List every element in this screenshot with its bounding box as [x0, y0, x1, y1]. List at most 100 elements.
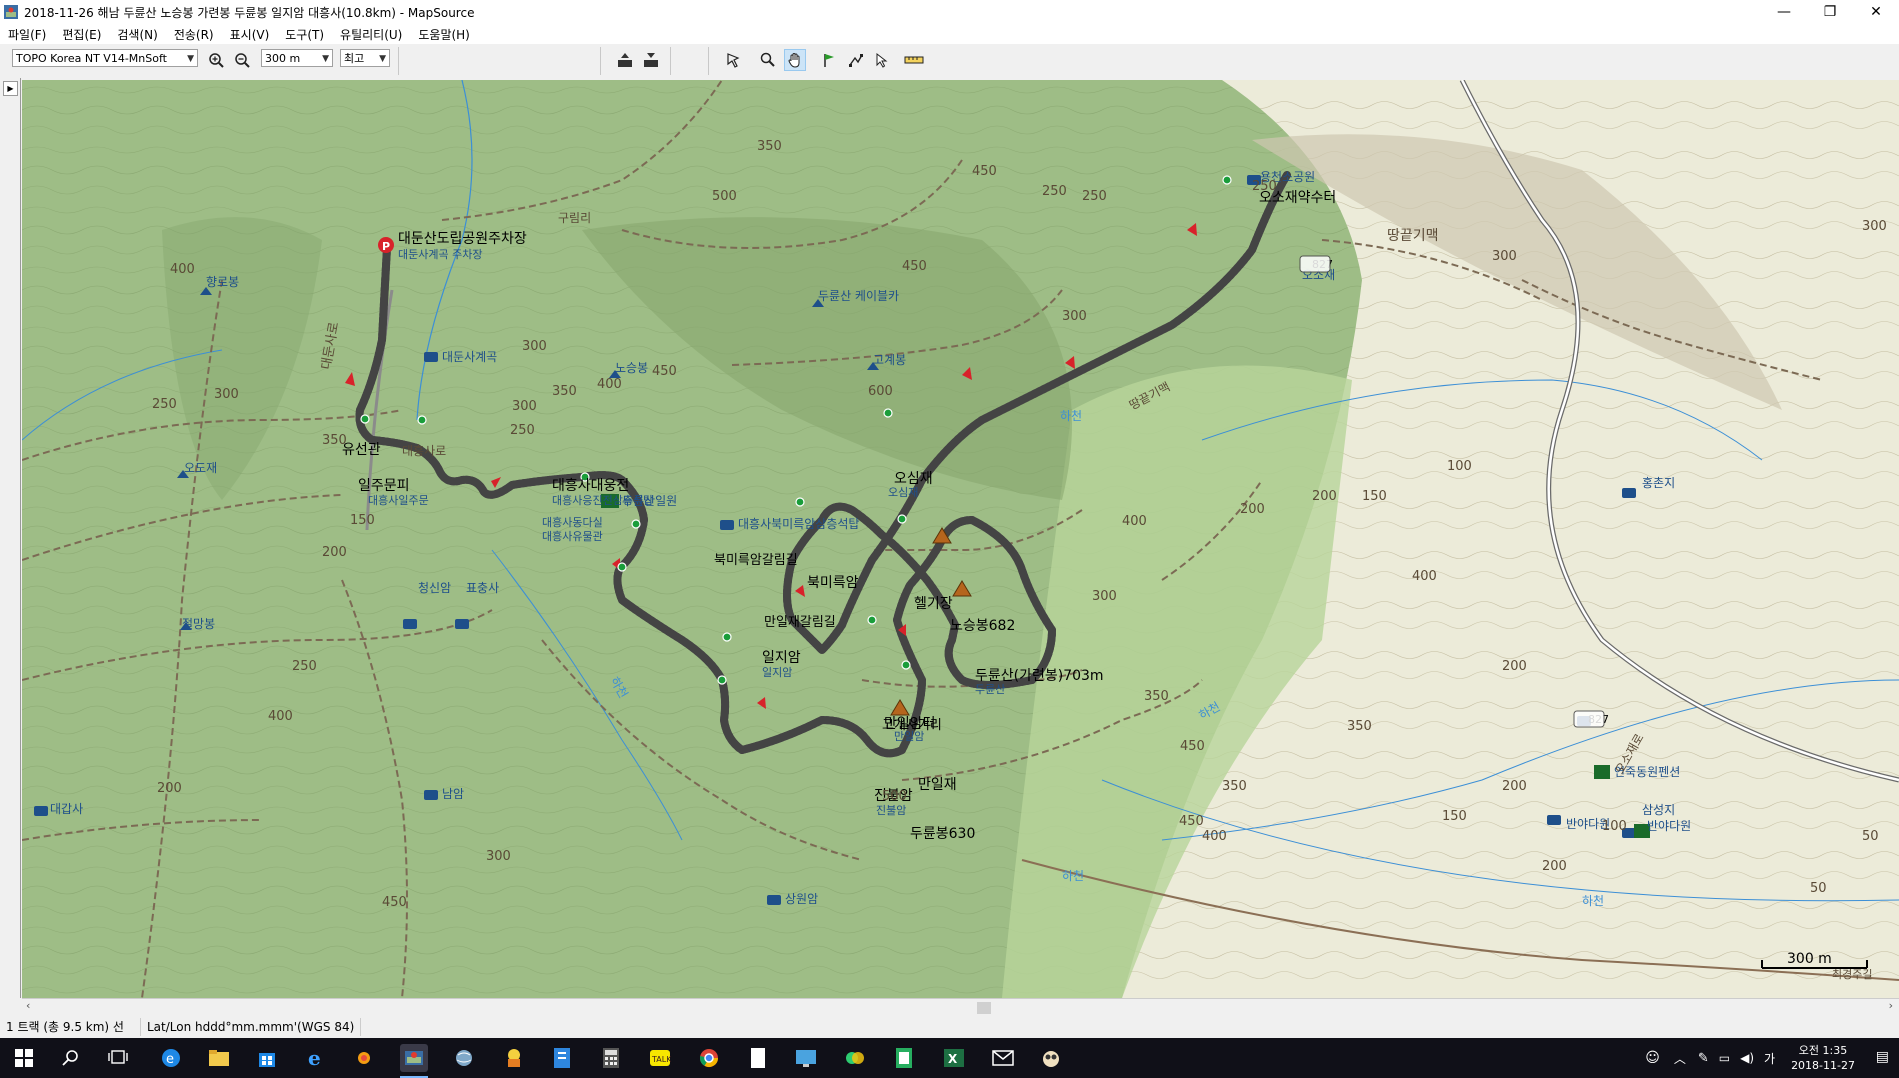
maximize-button[interactable]: ❐ — [1807, 0, 1853, 24]
menu-transfer[interactable]: 전송(R) — [166, 26, 222, 43]
taskbar-edge[interactable]: e — [157, 1044, 185, 1072]
zoom-in-button[interactable] — [205, 49, 227, 71]
mapsource-icon — [405, 1051, 423, 1065]
character-icon — [508, 1049, 520, 1067]
taskbar-kakaotalk[interactable]: TALK — [646, 1044, 674, 1072]
pointer-tool-button[interactable] — [870, 49, 892, 71]
label-iljumun: 대흥사일주문 — [368, 493, 429, 507]
detail-select[interactable]: 최고 ▼ — [340, 49, 390, 67]
contour-label: 150 — [1362, 489, 1387, 504]
contour-label: 350 — [757, 139, 782, 154]
contour-label: 400 — [268, 709, 293, 724]
receive-from-device-button[interactable] — [614, 49, 636, 71]
map-product-select[interactable]: TOPO Korea NT V14-MnSoft ▼ — [12, 49, 198, 67]
taskbar-app-blue-doc[interactable] — [548, 1044, 576, 1072]
horizontal-scrollbar[interactable]: ‹ › — [22, 998, 1899, 1017]
measure-tool-button[interactable] — [903, 49, 925, 71]
zoom-tool-button[interactable] — [757, 49, 779, 71]
side-panel-collapsed — [0, 78, 21, 998]
scale-label: 300 m — [1787, 951, 1832, 967]
send-device-icon — [644, 53, 658, 67]
task-view-button[interactable] — [104, 1044, 132, 1072]
label-hacheon1: 하천 — [1060, 408, 1082, 423]
svg-text:P: P — [382, 240, 390, 253]
taskbar-explorer[interactable] — [205, 1044, 233, 1072]
taskbar-calculator[interactable] — [597, 1044, 625, 1072]
zoom-in-icon — [209, 53, 224, 68]
scroll-thumb[interactable] — [977, 1002, 991, 1014]
svg-text:e: e — [308, 1047, 321, 1069]
selection-tool-button[interactable] — [722, 49, 744, 71]
window-title: 2018-11-26 해남 두륜산 노승봉 가련봉 두륜봉 일지암 대흥사(10… — [24, 5, 475, 20]
chevron-up-icon[interactable]: ︿ — [1674, 1050, 1686, 1067]
taskbar-ie[interactable]: e — [302, 1044, 330, 1072]
ime-indicator[interactable]: 가 — [1764, 1050, 1775, 1067]
contour-label: 350 — [552, 384, 577, 399]
contour-label: 300 — [522, 339, 547, 354]
zoom-scale-select[interactable]: 300 m ▼ — [261, 49, 333, 67]
menu-tools[interactable]: 도구(T) — [277, 26, 332, 43]
pen-icon[interactable]: ✎ — [1698, 1051, 1709, 1066]
network-icon[interactable]: ▭ — [1719, 1051, 1730, 1065]
route-shield — [1299, 255, 1331, 273]
menu-find[interactable]: 검색(N) — [109, 26, 165, 43]
expand-panel-button[interactable]: ▶ — [3, 81, 18, 96]
scroll-left-icon[interactable]: ‹ — [26, 999, 30, 1012]
notification-icon[interactable]: ▤ — [1876, 1049, 1889, 1065]
taskbar-app-globe[interactable] — [450, 1044, 478, 1072]
label-daegapsa: 대갑사 — [50, 802, 83, 816]
contour-label: 450 — [652, 364, 677, 379]
taskbar-mapsource[interactable] — [400, 1044, 428, 1078]
taskbar-app-circles[interactable] — [841, 1044, 869, 1072]
pointer-icon — [876, 52, 888, 68]
clock[interactable]: 오전 1:35 2018-11-27 — [1791, 1043, 1855, 1073]
label-pyochungsa: 표충사 — [466, 581, 499, 595]
waypoint-tool-button[interactable] — [818, 49, 840, 71]
taskbar-mail[interactable] — [989, 1044, 1017, 1072]
contour-label: 450 — [972, 164, 997, 179]
taskbar-app-owl[interactable] — [1037, 1044, 1065, 1072]
search-icon — [62, 1050, 78, 1066]
hand-icon — [788, 53, 800, 68]
edge-icon: e — [162, 1049, 180, 1067]
label-helgijang: 헬기장 — [914, 596, 953, 612]
menu-bar: 파일(F) 편집(E) 검색(N) 전송(R) 표시(V) 도구(T) 유틸리티… — [0, 24, 1899, 44]
route-tool-button[interactable] — [845, 49, 867, 71]
close-button[interactable]: ✕ — [1853, 0, 1899, 24]
menu-view[interactable]: 표시(V) — [222, 26, 278, 43]
taskbar-chrome[interactable] — [695, 1044, 723, 1072]
label-dongdasil: 대흥사동다실 — [542, 515, 603, 529]
zoom-out-button[interactable] — [231, 49, 253, 71]
contour-label: 500 — [712, 189, 737, 204]
minimize-button[interactable]: — — [1761, 0, 1807, 24]
pan-tool-button[interactable] — [784, 49, 806, 71]
scroll-right-icon[interactable]: › — [1889, 999, 1893, 1012]
send-to-device-button[interactable] — [640, 49, 662, 71]
topographic-map[interactable]: P 대둔산도립공원주차장 대둔사계곡 주차장 대둔사계곡 향로봉 절망봉 대갑사 — [22, 80, 1899, 998]
contour-label: 350 — [1347, 719, 1372, 734]
taskbar-notepad[interactable] — [744, 1044, 772, 1072]
taskbar-app-screen[interactable] — [792, 1044, 820, 1072]
contour-label: 400 — [1412, 569, 1437, 584]
menu-help[interactable]: 도움말(H) — [410, 26, 478, 43]
contour-label: 600 — [868, 384, 893, 399]
taskbar-excel[interactable]: X — [940, 1044, 968, 1072]
map-view[interactable]: P 대둔산도립공원주차장 대둔사계곡 주차장 대둔사계곡 향로봉 절망봉 대갑사 — [22, 80, 1899, 998]
volume-icon[interactable]: ◀) — [1740, 1051, 1754, 1065]
people-icon[interactable]: ☺ — [1645, 1050, 1660, 1066]
label-duryun-ilwon: 두륜산일원 — [622, 494, 677, 508]
label-duryunbong: 두륜봉630 — [910, 826, 975, 842]
mapsource-app-icon — [4, 5, 18, 19]
search-button[interactable] — [57, 1044, 85, 1072]
menu-file[interactable]: 파일(F) — [0, 26, 54, 43]
start-button[interactable] — [10, 1044, 38, 1072]
label-ttangkkeutgil: 땅끝기맥 — [1387, 228, 1439, 244]
menu-utilities[interactable]: 유틸리티(U) — [332, 26, 410, 43]
label-manilje-trail: 만일재갈림길 — [764, 615, 836, 630]
menu-edit[interactable]: 편집(E) — [54, 26, 109, 43]
taskbar-app-doll[interactable] — [500, 1044, 528, 1072]
taskbar-store[interactable] — [253, 1044, 281, 1072]
taskbar-app-sun[interactable] — [350, 1044, 378, 1072]
contour-label: 450 — [1179, 814, 1204, 829]
taskbar-app-green[interactable] — [890, 1044, 918, 1072]
